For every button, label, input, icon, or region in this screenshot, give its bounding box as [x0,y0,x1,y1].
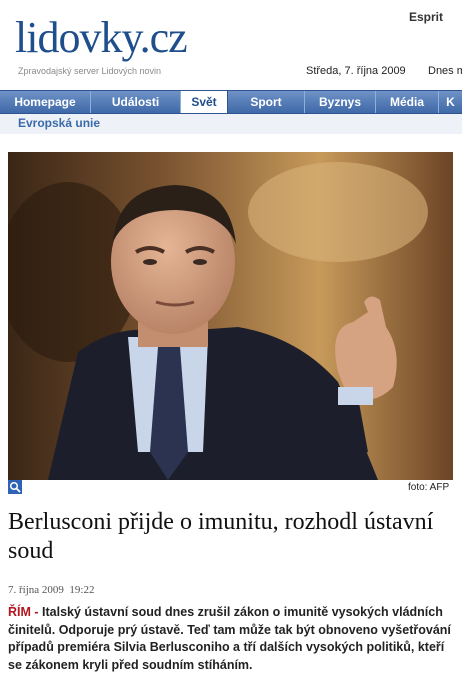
nav-item-sport[interactable]: Sport [228,91,305,113]
site-header: lidovky.cz Zpravodajský server Lidových … [0,0,462,88]
nav-item-media[interactable]: Média [376,91,439,113]
date-extra-text: Dnes m [428,65,462,77]
nav-item-byznys[interactable]: Byznys [305,91,376,113]
sub-nav: Evropská unie [0,114,462,134]
nav-item-more[interactable]: K [439,91,462,113]
current-date: Středa, 7. října 2009 [306,65,406,77]
site-tagline: Zpravodajský server Lidových novin [18,66,162,76]
article-photo[interactable] [8,152,453,480]
article-meta: 7. října 2009 19:22 [8,584,94,596]
article-date: 7. října 2009 [8,584,64,596]
photo-credit: foto: AFP [408,482,450,493]
article-perex: ŘÍM - Italský ústavní soud dnes zrušil z… [8,604,454,674]
article-headline: Berlusconi přijde o imunitu, rozhodl úst… [8,509,434,564]
subnav-item-evropska-unie[interactable]: Evropská unie [18,116,100,130]
article-time: 19:22 [69,584,95,596]
photo-image [8,152,453,480]
main-nav: Homepage Události Svět Sport Byznys Médi… [0,90,462,114]
article-perex-text: Italský ústavní soud dnes zrušil zákon o… [8,605,451,672]
article-location: ŘÍM - [8,605,39,619]
nav-item-svet[interactable]: Svět [181,91,228,113]
nav-item-udalosti[interactable]: Události [91,91,181,113]
esprit-link[interactable]: Esprit [409,10,443,24]
zoom-icon[interactable] [8,480,22,494]
nav-item-homepage[interactable]: Homepage [0,91,91,113]
site-logo[interactable]: lidovky.cz [15,16,188,60]
